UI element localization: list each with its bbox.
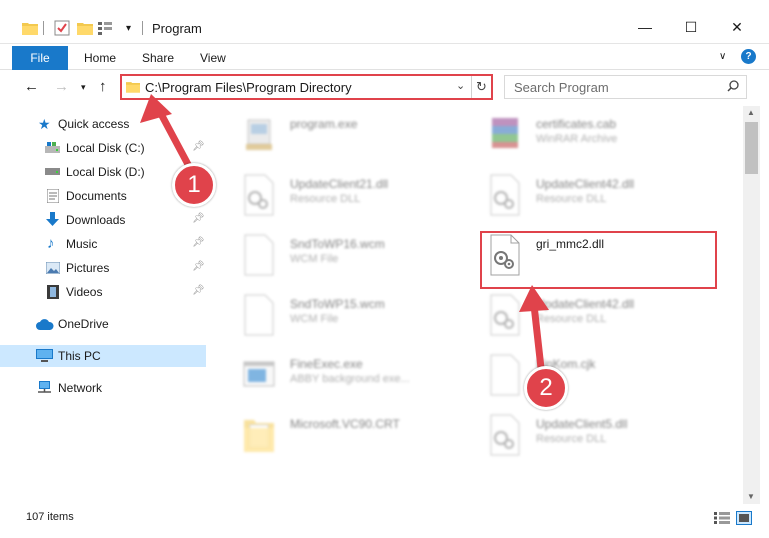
step-1-badge: 1: [172, 163, 216, 207]
arrow-1-line: [156, 108, 195, 174]
arrow-2-line: [530, 301, 545, 372]
annotation-arrows: [140, 94, 549, 372]
arrow-2-head: [519, 285, 549, 312]
step-2-badge: 2: [524, 366, 568, 410]
